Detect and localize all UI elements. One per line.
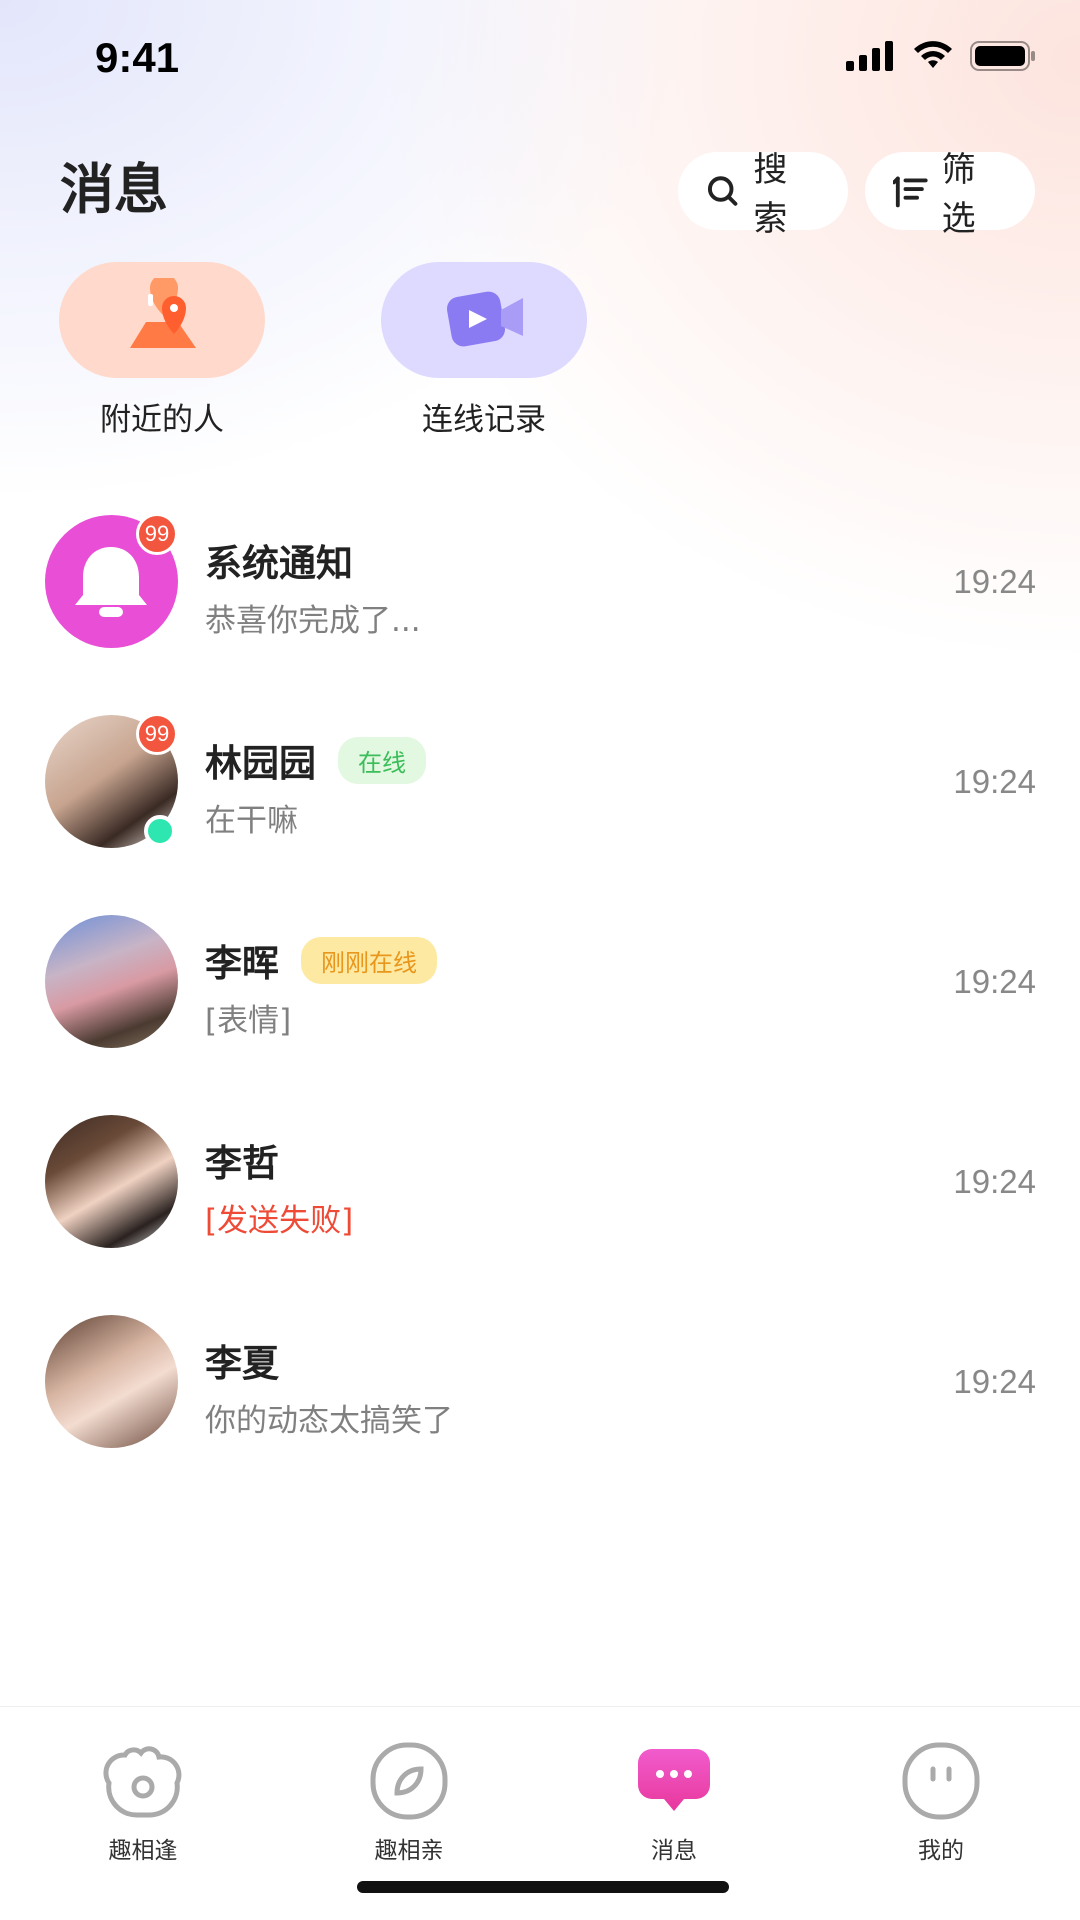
tab-label: 消息 — [651, 1838, 697, 1864]
send-failed-preview: [发送失败] — [205, 1203, 354, 1239]
nearby-people-label: 附近的人 — [100, 402, 224, 438]
online-indicator — [144, 815, 176, 847]
battery-icon — [970, 41, 1035, 71]
profile-face-icon — [901, 1741, 981, 1821]
tab-label: 趣相逢 — [108, 1838, 178, 1864]
conversation-preview: [表情] — [205, 1003, 292, 1039]
search-button[interactable]: 搜索 — [678, 150, 848, 239]
conversation-item-lihui[interactable]: 李晖 刚刚在线 [表情] 19:24 — [0, 915, 1080, 1055]
filter-icon — [893, 176, 928, 208]
conversation-item-lixia[interactable]: 李夏 你的动态太搞笑了 19:24 — [0, 1315, 1080, 1455]
meet-icon — [103, 1741, 183, 1821]
conversation-item-linyuanyuan[interactable]: 99 林园园 在线 在干嘛 19:24 — [0, 713, 1080, 855]
wifi-icon — [914, 41, 952, 68]
avatar — [45, 1115, 178, 1248]
status-bar: 9:41 — [0, 0, 1080, 120]
conversation-name-text: 李哲 — [205, 1142, 279, 1185]
status-time: 9:41 — [95, 34, 180, 81]
tab-matchmaking[interactable]: 趣相亲 — [339, 1741, 479, 1865]
filter-label: 筛选 — [941, 150, 976, 239]
avatar — [45, 1315, 178, 1448]
tab-meet[interactable]: 趣相逢 — [73, 1741, 213, 1865]
conversation-name-text: 李夏 — [205, 1342, 279, 1385]
home-indicator[interactable] — [357, 1881, 729, 1893]
page-title: 消息 — [60, 158, 168, 221]
conversation-name: 李夏 — [205, 1333, 279, 1387]
search-label: 搜索 — [753, 150, 788, 239]
conversation-name-text: 系统通知 — [205, 542, 353, 585]
nearby-people-bg — [59, 262, 265, 378]
messages-screen: 9:41 消息 搜索 筛选 附近的人 连线记录 99 系统通知 恭喜你完成了..… — [0, 0, 1080, 1920]
conversation-preview: 恭喜你完成了... — [205, 603, 421, 639]
chat-bubble-icon — [634, 1741, 714, 1821]
conversation-name: 李晖 刚刚在线 — [205, 933, 437, 987]
compass-icon — [369, 1741, 449, 1821]
signal-icon — [846, 41, 893, 71]
conversation-item-lizhe[interactable]: 李哲 [发送失败] 19:24 — [0, 1115, 1080, 1255]
tab-label: 我的 — [918, 1838, 964, 1864]
call-records-label: 连线记录 — [422, 402, 546, 438]
video-call-icon — [446, 291, 523, 347]
conversation-name: 林园园 在线 — [205, 733, 426, 787]
recently-online-tag: 刚刚在线 — [301, 936, 437, 984]
avatar — [45, 915, 178, 1048]
tab-label: 趣相亲 — [374, 1838, 444, 1864]
conversation-preview: 在干嘛 — [205, 803, 298, 839]
unread-badge: 99 — [136, 513, 178, 555]
call-records-entry[interactable]: 连线记录 — [381, 262, 587, 439]
nearby-people-entry[interactable]: 附近的人 — [59, 262, 265, 439]
conversation-time: 19:24 — [953, 1363, 1036, 1400]
online-tag: 在线 — [338, 736, 426, 784]
conversation-item-system[interactable]: 99 系统通知 恭喜你完成了... 19:24 — [0, 513, 1080, 655]
location-icon — [130, 278, 196, 348]
call-records-bg — [381, 262, 587, 378]
conversation-time: 19:24 — [953, 763, 1036, 800]
conversation-name-text: 林园园 — [205, 742, 316, 785]
conversation-name: 系统通知 — [205, 533, 353, 587]
conversation-time: 19:24 — [953, 1163, 1036, 1200]
conversation-preview: 你的动态太搞笑了 — [205, 1403, 453, 1439]
conversation-name: 李哲 — [205, 1133, 279, 1187]
unread-badge: 99 — [136, 713, 178, 755]
filter-button[interactable]: 筛选 — [865, 150, 1035, 239]
conversation-name-text: 李晖 — [205, 942, 279, 985]
search-icon — [707, 176, 738, 206]
tab-messages[interactable]: 消息 — [604, 1741, 744, 1865]
conversation-time: 19:24 — [953, 963, 1036, 1000]
status-icons — [846, 40, 1036, 72]
conversation-time: 19:24 — [953, 563, 1036, 600]
tab-profile[interactable]: 我的 — [871, 1741, 1011, 1865]
